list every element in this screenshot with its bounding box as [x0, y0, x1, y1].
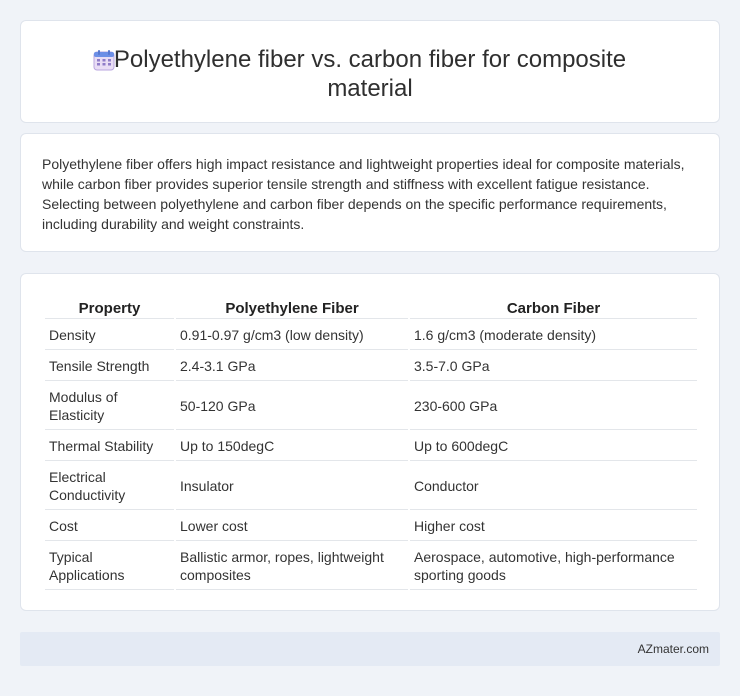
carbon-cell: Higher cost [410, 512, 697, 541]
summary-card: Polyethylene fiber offers high impact re… [20, 133, 720, 252]
property-cell: Electrical Conductivity [45, 463, 174, 510]
footer-site-link[interactable]: AZmater.com [638, 642, 709, 656]
property-cell: Typical Applications [45, 543, 174, 590]
table-row: Electrical Conductivity Insulator Conduc… [45, 463, 697, 510]
carbon-cell: Conductor [410, 463, 697, 510]
table-row: Modulus of Elasticity 50-120 GPa 230-600… [45, 383, 697, 430]
carbon-cell: 1.6 g/cm3 (moderate density) [410, 321, 697, 350]
polyethylene-cell: Ballistic armor, ropes, lightweight comp… [176, 543, 408, 590]
polyethylene-cell: Insulator [176, 463, 408, 510]
table-header-row: Property Polyethylene Fiber Carbon Fiber [45, 296, 697, 319]
title-card: Polyethylene fiber vs. carbon fiber for … [20, 20, 720, 123]
table-row: Cost Lower cost Higher cost [45, 512, 697, 541]
table-row: Tensile Strength 2.4-3.1 GPa 3.5-7.0 GPa [45, 352, 697, 381]
page-title: Polyethylene fiber vs. carbon fiber for … [113, 46, 627, 102]
footer-bar: AZmater.com [20, 632, 720, 666]
carbon-cell: Up to 600degC [410, 432, 697, 461]
polyethylene-cell: 50-120 GPa [176, 383, 408, 430]
property-cell: Modulus of Elasticity [45, 383, 174, 430]
comparison-table: Property Polyethylene Fiber Carbon Fiber… [43, 294, 699, 592]
comparison-card: Property Polyethylene Fiber Carbon Fiber… [20, 273, 720, 611]
summary-text: Polyethylene fiber offers high impact re… [42, 156, 685, 232]
header-carbon: Carbon Fiber [410, 296, 697, 319]
carbon-cell: 230-600 GPa [410, 383, 697, 430]
table-row: Typical Applications Ballistic armor, ro… [45, 543, 697, 590]
polyethylene-cell: 2.4-3.1 GPa [176, 352, 408, 381]
table-row: Density 0.91-0.97 g/cm3 (low density) 1.… [45, 321, 697, 350]
header-polyethylene: Polyethylene Fiber [176, 296, 408, 319]
property-cell: Tensile Strength [45, 352, 174, 381]
carbon-cell: 3.5-7.0 GPa [410, 352, 697, 381]
property-cell: Cost [45, 512, 174, 541]
polyethylene-cell: Lower cost [176, 512, 408, 541]
property-cell: Thermal Stability [45, 432, 174, 461]
polyethylene-cell: Up to 150degC [176, 432, 408, 461]
table-row: Thermal Stability Up to 150degC Up to 60… [45, 432, 697, 461]
carbon-cell: Aerospace, automotive, high-performance … [410, 543, 697, 590]
header-property: Property [45, 296, 174, 319]
property-cell: Density [45, 321, 174, 350]
polyethylene-cell: 0.91-0.97 g/cm3 (low density) [176, 321, 408, 350]
